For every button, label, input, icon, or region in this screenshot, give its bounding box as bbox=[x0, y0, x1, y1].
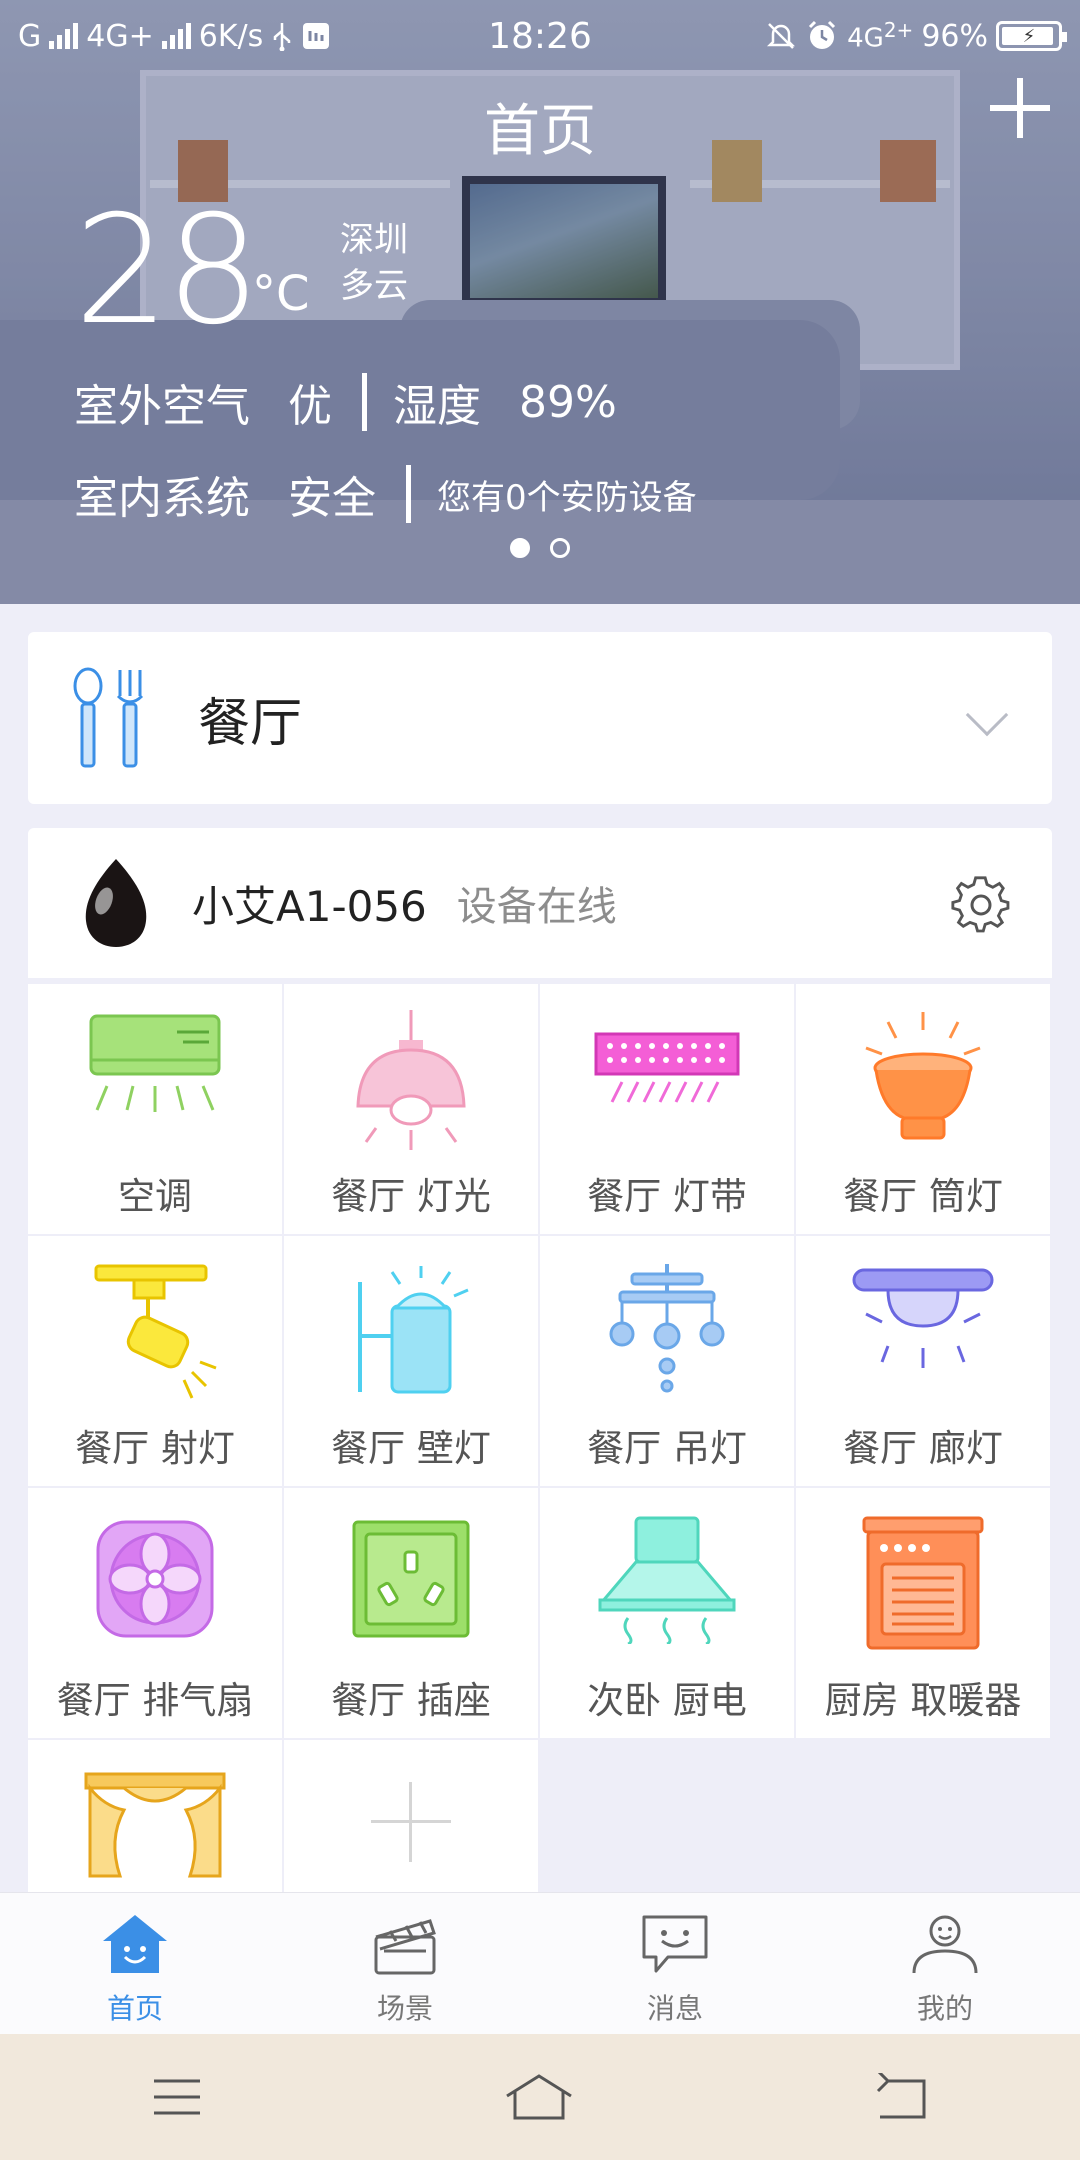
clock: 18:26 bbox=[488, 16, 592, 57]
device-name: 小艾A1-056 bbox=[192, 881, 427, 931]
spotlight-icon bbox=[94, 1264, 217, 1399]
profile-icon bbox=[912, 1915, 978, 1974]
room-name: 餐厅 bbox=[198, 693, 303, 754]
appliance-tile[interactable]: 餐厅 射灯 bbox=[28, 1236, 282, 1486]
appliance-tile[interactable]: 餐厅 吊灯 bbox=[540, 1236, 794, 1486]
fork-spoon-icon bbox=[73, 667, 144, 768]
home-icon bbox=[103, 1915, 167, 1973]
appliance-tile[interactable]: 餐厅 插座 bbox=[284, 1488, 538, 1738]
appliance-label: 厨房 取暖器 bbox=[824, 1679, 1022, 1722]
tab-profile[interactable]: 我的 bbox=[810, 1893, 1080, 2034]
city-name: 深圳 bbox=[340, 220, 408, 260]
pendant-lamp-icon bbox=[356, 1010, 466, 1150]
humidity-value: 89% bbox=[519, 376, 617, 428]
hero-banner: G 4G+ 6K/s 18:26 4G2+ 96% ⚡ 首页 28 °C 深圳 … bbox=[0, 0, 1080, 604]
security-device-text[interactable]: 您有0个安防设备 bbox=[437, 470, 697, 519]
appliance-label: 餐厅 筒灯 bbox=[843, 1175, 1003, 1218]
tab-label: 我的 bbox=[916, 1992, 973, 2025]
indoor-system-label: 室内系统 bbox=[74, 473, 250, 524]
appliance-label: 次卧 厨电 bbox=[587, 1679, 747, 1722]
exhaust-fan-icon bbox=[96, 1520, 214, 1638]
appliance-label: 餐厅 射灯 bbox=[75, 1427, 235, 1470]
power-socket-icon bbox=[352, 1520, 470, 1638]
system-navigation-bar bbox=[0, 2034, 1080, 2160]
appliance-tile[interactable]: 餐厅 筒灯 bbox=[796, 984, 1050, 1234]
outdoor-air-value: 优 bbox=[288, 381, 332, 432]
back-icon[interactable] bbox=[874, 2073, 930, 2121]
appliance-tile[interactable]: 餐厅 壁灯 bbox=[284, 1236, 538, 1486]
appliance-label: 餐厅 灯带 bbox=[587, 1175, 747, 1218]
appliance-tile[interactable]: 餐厅 灯带 bbox=[540, 984, 794, 1234]
temperature-unit: °C bbox=[252, 266, 310, 322]
page-title: 首页 bbox=[484, 99, 596, 164]
tab-label: 首页 bbox=[106, 1992, 163, 2025]
air-conditioner-icon bbox=[89, 1014, 221, 1112]
appliance-tile[interactable]: 空调 bbox=[28, 984, 282, 1234]
appliance-grid: 空调 餐厅 灯光 餐厅 灯带 餐厅 筒灯 餐厅 射灯 餐厅 壁灯 餐厅 吊灯 餐… bbox=[28, 984, 1052, 1990]
indoor-info-row: 室内系统 安全 您有0个安防设备 bbox=[74, 462, 697, 526]
carousel-dot[interactable] bbox=[550, 538, 570, 558]
range-hood-icon bbox=[598, 1516, 736, 1644]
device-header[interactable]: 小艾A1-056 设备在线 bbox=[28, 828, 1052, 978]
divider bbox=[362, 373, 367, 431]
appliance-label: 餐厅 壁灯 bbox=[331, 1427, 491, 1470]
wall-lamp-icon bbox=[358, 1266, 469, 1394]
heater-icon bbox=[862, 1516, 984, 1650]
clapperboard-icon bbox=[374, 1919, 436, 1975]
appliance-label: 餐厅 排气扇 bbox=[56, 1679, 254, 1722]
appliance-label: 餐厅 灯光 bbox=[331, 1175, 491, 1218]
weather-location: 深圳 多云 bbox=[340, 218, 408, 310]
plus-icon bbox=[371, 1782, 451, 1862]
battery-icon: ⚡ bbox=[996, 21, 1067, 51]
light-strip-icon bbox=[594, 1032, 740, 1103]
appliance-label: 餐厅 吊灯 bbox=[587, 1427, 747, 1470]
humidity-label: 湿度 bbox=[393, 381, 481, 432]
room-selector[interactable]: 餐厅 bbox=[28, 632, 1052, 804]
chandelier-icon bbox=[609, 1264, 725, 1393]
appliance-tile[interactable]: 次卧 厨电 bbox=[540, 1488, 794, 1738]
status-bar: G 4G+ 6K/s 18:26 4G2+ 96% ⚡ bbox=[0, 0, 1080, 72]
carousel-indicator bbox=[0, 538, 1080, 558]
add-button[interactable] bbox=[988, 76, 1052, 140]
device-avatar-icon bbox=[85, 859, 147, 947]
tab-scene[interactable]: 场景 bbox=[270, 1893, 540, 2034]
chevron-down-icon[interactable] bbox=[965, 693, 1009, 737]
corridor-lamp-icon bbox=[852, 1268, 994, 1368]
tab-label: 场景 bbox=[376, 1992, 433, 2025]
downlight-icon bbox=[865, 1012, 981, 1140]
indoor-system-value: 安全 bbox=[288, 473, 376, 524]
temperature-value: 28 bbox=[74, 184, 261, 358]
curtain-icon bbox=[84, 1772, 226, 1878]
appliance-tile[interactable]: 餐厅 廊灯 bbox=[796, 1236, 1050, 1486]
device-status: 设备在线 bbox=[456, 884, 617, 930]
appliance-label: 空调 bbox=[118, 1175, 192, 1218]
appliance-tile[interactable]: 餐厅 灯光 bbox=[284, 984, 538, 1234]
weather-condition: 多云 bbox=[340, 265, 408, 306]
appliance-label: 餐厅 廊灯 bbox=[843, 1427, 1003, 1470]
message-icon bbox=[642, 1915, 708, 1973]
tab-home[interactable]: 首页 bbox=[0, 1893, 270, 2034]
tab-message[interactable]: 消息 bbox=[540, 1893, 810, 2034]
menu-icon[interactable] bbox=[150, 2075, 204, 2119]
carousel-dot[interactable] bbox=[510, 538, 530, 558]
appliance-label: 餐厅 插座 bbox=[331, 1679, 491, 1722]
tab-label: 消息 bbox=[646, 1992, 703, 2025]
outdoor-air-label: 室外空气 bbox=[74, 381, 250, 432]
home-button-icon[interactable] bbox=[503, 2072, 575, 2122]
outdoor-info-row: 室外空气 优 湿度 89% bbox=[74, 370, 617, 434]
appliance-tile[interactable]: 厨房 取暖器 bbox=[796, 1488, 1050, 1738]
bottom-tab-bar: 首页 场景 消息 我的 bbox=[0, 1892, 1080, 2034]
divider bbox=[406, 465, 411, 523]
gear-icon[interactable] bbox=[950, 874, 1012, 936]
appliance-tile[interactable]: 餐厅 排气扇 bbox=[28, 1488, 282, 1738]
